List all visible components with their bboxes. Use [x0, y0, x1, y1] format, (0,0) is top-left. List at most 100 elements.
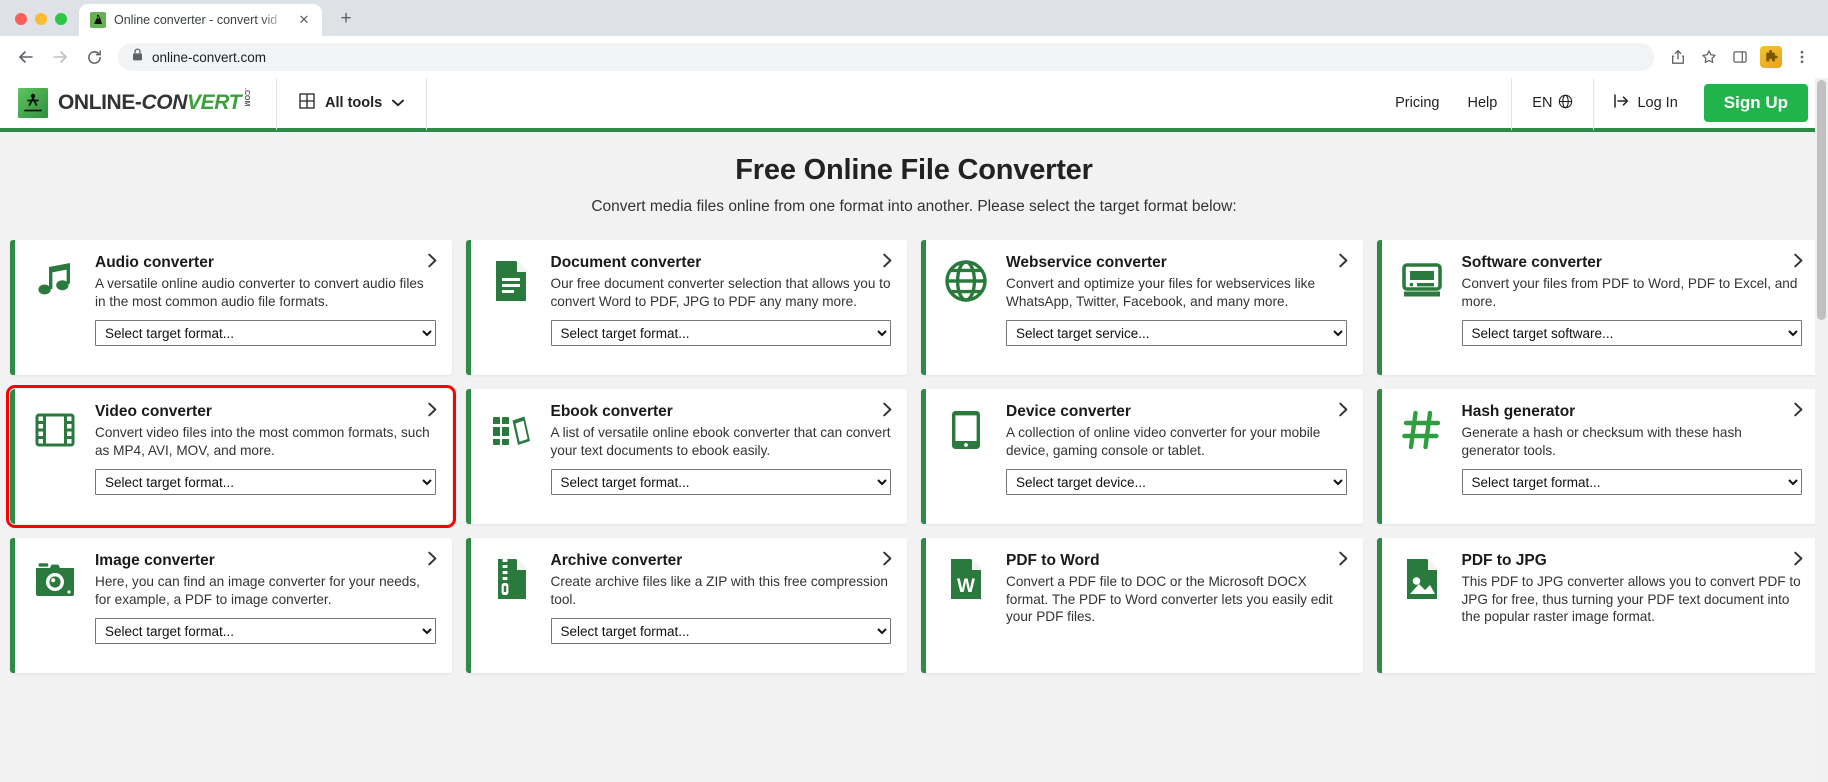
card-description: Convert your files from PDF to Word, PDF… [1461, 276, 1798, 309]
card-description: A versatile online audio converter to co… [95, 276, 424, 309]
card-title: Video converter [95, 403, 212, 420]
target-format-select[interactable]: Select target format... [95, 469, 436, 496]
chevron-right-icon[interactable] [427, 253, 438, 272]
target-format-select[interactable]: Select target format... [95, 618, 436, 645]
close-icon[interactable]: ✕ [295, 11, 313, 29]
card-body: PDF to JPG This PDF to JPG converter allo… [1462, 552, 1803, 659]
chevron-down-icon [392, 95, 405, 111]
card-description: Generate a hash or checksum with these h… [1461, 425, 1742, 458]
card-description: A collection of online video converter f… [1006, 425, 1321, 458]
card-pdf-to-jpg[interactable]: PDF to JPG This PDF to JPG converter allo… [1376, 538, 1818, 673]
chevron-right-icon[interactable] [1793, 551, 1804, 570]
forward-arrow-icon[interactable] [44, 41, 76, 73]
sidebar-panel-icon[interactable] [1726, 43, 1754, 71]
card-pdf-to-word[interactable]: W PDF to Word Convert a PDF file to DOC or… [921, 538, 1363, 673]
camera-icon [29, 552, 81, 659]
chevron-right-icon[interactable] [427, 551, 438, 570]
scrollbar-thumb[interactable] [1817, 80, 1826, 320]
logo-wordmark: ONLINE- CON VERT .COM [58, 88, 250, 115]
share-icon[interactable] [1664, 43, 1692, 71]
chevron-right-icon[interactable] [1338, 551, 1349, 570]
card-body: Audio converter A versatile online audio … [95, 254, 436, 361]
card-select-wrapper: Select target service... [1006, 310, 1347, 347]
target-format-select[interactable]: Select target format... [550, 320, 891, 347]
reload-icon[interactable] [78, 41, 110, 73]
browser-tab[interactable]: Online converter - convert vid ✕ [79, 4, 322, 36]
card-body: Software converter Convert your files fro… [1461, 254, 1802, 361]
chevron-right-icon[interactable] [1793, 253, 1804, 272]
chevron-right-icon[interactable] [427, 402, 438, 421]
window-minimize-button[interactable] [35, 13, 47, 25]
target-format-select[interactable]: Select target format... [550, 469, 891, 496]
card-device-converter[interactable]: Device converter A collection of online v… [921, 389, 1363, 524]
card-body: Archive converter Create archive files li… [550, 552, 891, 659]
svg-text:W: W [957, 576, 975, 597]
globe-icon [940, 254, 992, 361]
target-format-select[interactable]: Select target format... [550, 618, 891, 645]
signup-button[interactable]: Sign Up [1703, 84, 1808, 122]
page-scrollbar[interactable] [1815, 78, 1828, 782]
card-audio-converter[interactable]: Audio converter A versatile online audio … [10, 240, 452, 375]
word-document-icon: W [940, 552, 992, 659]
chevron-right-icon[interactable] [1338, 253, 1349, 272]
chevron-right-icon[interactable] [882, 253, 893, 272]
chrome-menu-icon[interactable] [1788, 43, 1816, 71]
chevron-right-icon[interactable] [1793, 402, 1804, 421]
card-title: Device converter [1006, 403, 1131, 420]
target-format-select[interactable]: Select target software... [1461, 320, 1802, 347]
nav-pricing[interactable]: Pricing [1381, 78, 1453, 130]
card-description: A list of versatile online ebook convert… [550, 425, 891, 458]
card-image-converter[interactable]: Image converter Here, you can find an ima… [10, 538, 452, 673]
chevron-right-icon[interactable] [882, 551, 893, 570]
card-description: Convert video files into the most common… [95, 425, 430, 458]
site-logo[interactable]: ONLINE- CON VERT .COM [0, 88, 276, 118]
extension-puzzle-icon[interactable] [1757, 43, 1785, 71]
books-icon [485, 403, 537, 510]
window-close-button[interactable] [15, 13, 27, 25]
card-hash-generator[interactable]: Hash generator Generate a hash or checksu… [1376, 389, 1818, 524]
target-format-select[interactable]: Select target format... [1461, 469, 1802, 496]
address-bar[interactable]: online-convert.com [118, 43, 1654, 71]
card-title: Ebook converter [550, 403, 673, 420]
card-archive-converter[interactable]: Archive converter Create archive files li… [465, 538, 907, 673]
browser-toolbar: online-convert.com [0, 36, 1828, 78]
online-convert-favicon [90, 12, 106, 28]
target-format-select[interactable]: Select target service... [1006, 320, 1347, 347]
monitor-icon [1396, 254, 1448, 361]
window-maximize-button[interactable] [55, 13, 67, 25]
card-body: Image converter Here, you can find an ima… [95, 552, 436, 659]
card-body: Document converter Our free document conv… [550, 254, 891, 361]
card-description: Convert a PDF file to DOC or the Microso… [1006, 574, 1333, 625]
nav-help[interactable]: Help [1453, 78, 1511, 130]
browser-tool-icons [1664, 43, 1816, 71]
card-webservice-converter[interactable]: Webservice converter Convert and optimize… [921, 240, 1363, 375]
browser-chrome: Online converter - convert vid ✕ + onlin… [0, 0, 1828, 78]
new-tab-button[interactable]: + [332, 5, 360, 33]
target-format-select[interactable]: Select target device... [1006, 469, 1347, 496]
chevron-right-icon[interactable] [1338, 402, 1349, 421]
card-ebook-converter[interactable]: Ebook converter A list of versatile onlin… [465, 389, 907, 524]
back-arrow-icon[interactable] [10, 41, 42, 73]
zip-file-icon [485, 552, 537, 659]
card-select-wrapper: Select target software... [1461, 310, 1802, 347]
language-selector[interactable]: EN [1512, 78, 1593, 130]
chevron-right-icon[interactable] [882, 402, 893, 421]
card-body: Ebook converter A list of versatile onlin… [550, 403, 891, 510]
lock-icon [132, 48, 143, 66]
card-description: Our free document converter selection th… [550, 276, 891, 309]
all-tools-menu[interactable]: All tools [277, 78, 426, 130]
card-body: Webservice converter Convert and optimize… [1006, 254, 1347, 361]
login-button[interactable]: Log In [1594, 78, 1697, 130]
bookmark-star-icon[interactable] [1695, 43, 1723, 71]
card-software-converter[interactable]: Software converter Convert your files fro… [1376, 240, 1818, 375]
hash-icon [1396, 403, 1448, 510]
card-title: Document converter [550, 254, 702, 271]
card-body: Hash generator Generate a hash or checksu… [1461, 403, 1802, 510]
target-format-select[interactable]: Select target format... [95, 320, 436, 347]
window-controls [11, 13, 79, 36]
card-video-converter[interactable]: Video converter Convert video files into … [6, 385, 456, 528]
card-document-converter[interactable]: Document converter Our free document conv… [465, 240, 907, 375]
all-tools-label: All tools [325, 95, 383, 111]
converter-card-grid: Audio converter A versatile online audio … [0, 228, 1828, 673]
page-content: ONLINE- CON VERT .COM All tools Pricing Hel… [0, 78, 1828, 782]
